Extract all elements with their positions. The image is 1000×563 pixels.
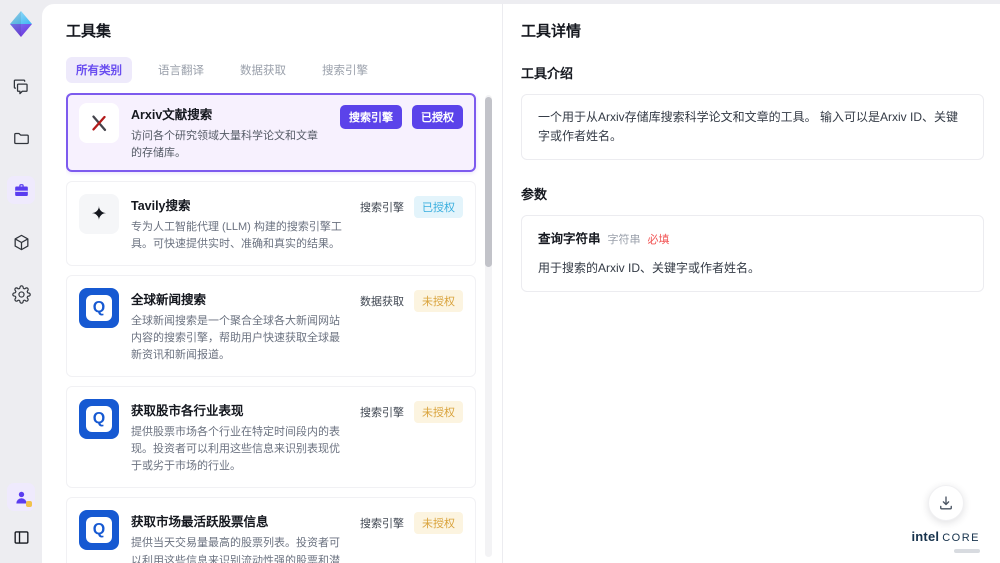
tool-name: Arxiv文献搜索	[131, 108, 213, 122]
params-heading: 参数	[521, 187, 548, 203]
tool-icon: Q	[79, 510, 119, 551]
tool-intro-box: 一个用于从Arxiv存储库搜索科学论文和文章的工具。 输入可以是Arxiv ID…	[521, 94, 984, 161]
tools-panel-title: 工具集	[66, 23, 112, 40]
download-button[interactable]	[927, 485, 964, 522]
tool-status-badge: 未授权	[414, 290, 463, 313]
panel-toggle-icon	[13, 530, 29, 544]
app-sidebar	[0, 0, 42, 563]
tool-status-badge: 未授权	[414, 512, 463, 535]
tool-list-viewport: Arxiv文献搜索 访问各个研究领域大量科学论文和文章的存储库。 搜索引擎 已授…	[66, 93, 502, 563]
tools-panel: 工具集 所有类别 语言翻译 数据获取 搜索引擎 Arxiv文献搜索 访问各个研究领域大…	[42, 4, 503, 563]
settings-icon	[11, 284, 31, 304]
details-title: 工具详情	[521, 23, 582, 40]
sidebar-item-settings[interactable]	[7, 280, 35, 308]
param-name: 查询字符串	[538, 232, 601, 247]
tool-status-badge: 已授权	[414, 196, 463, 219]
tool-category-badge: 数据获取	[360, 296, 404, 309]
tool-badges: 搜索引擎 已授权	[340, 103, 463, 162]
param-box: 查询字符串 字符串 必填 用于搜索的Arxiv ID、关键字或作者姓名。	[521, 215, 984, 293]
tool-icon: Q	[79, 288, 119, 329]
tool-description: 提供股票市场各个行业在特定时间段内的表现。投资者可以利用这些信息来识别表现优于或…	[131, 426, 340, 473]
tool-description: 提供当天交易量最高的股票列表。投资者可以利用这些信息来识别流动性强的股票和潜在的…	[131, 537, 340, 563]
floating-corner-group: intel CORE	[911, 485, 980, 553]
category-tab[interactable]: 数据获取	[230, 57, 296, 83]
param-description: 用于搜索的Arxiv ID、关键字或作者姓名。	[538, 260, 761, 275]
sidebar-item-tools[interactable]	[7, 176, 35, 204]
tool-description: 专为人工智能代理 (LLM) 构建的搜索引擎工具。可快速提供实时、准确和真实的结…	[131, 221, 342, 251]
app-logo	[7, 10, 35, 38]
tool-list-item[interactable]: Q 全球新闻搜索 全球新闻搜索是一个聚合全球各大新闻网站内容的搜索引擎，帮助用户…	[66, 275, 476, 378]
tool-badges: 数据获取 未授权	[360, 288, 463, 364]
tool-status-badge: 未授权	[414, 401, 463, 424]
category-tabs: 所有类别 语言翻译 数据获取 搜索引擎	[66, 57, 502, 83]
category-tab[interactable]: 搜索引擎	[312, 57, 378, 83]
tool-category-badge: 搜索引擎	[360, 202, 404, 215]
scrollbar-thumb[interactable]	[485, 97, 492, 267]
tool-badges: 搜索引擎 未授权	[360, 399, 463, 475]
tool-list-item[interactable]: Q 获取市场最活跃股票信息 提供当天交易量最高的股票列表。投资者可以利用这些信息…	[66, 497, 476, 563]
sidebar-item-chat[interactable]	[7, 72, 35, 100]
download-icon	[939, 496, 952, 510]
tool-icon	[79, 103, 119, 143]
intel-core-logo: intel CORE	[911, 528, 980, 553]
tool-name: Tavily搜索	[131, 199, 191, 214]
tool-name: 获取市场最活跃股票信息	[131, 515, 269, 530]
tool-status-badge: 已授权	[412, 105, 463, 129]
tool-list: Arxiv文献搜索 访问各个研究领域大量科学论文和文章的存储库。 搜索引擎 已授…	[66, 93, 476, 563]
category-tab[interactable]: 所有类别	[66, 57, 132, 83]
tool-details-panel: 工具详情 工具介绍 一个用于从Arxiv存储库搜索科学论文和文章的工具。 输入可…	[503, 4, 1000, 563]
tool-list-item[interactable]: ✦ Tavily搜索 专为人工智能代理 (LLM) 构建的搜索引擎工具。可快速提…	[66, 181, 476, 267]
tool-description: 全球新闻搜索是一个聚合全球各大新闻网站内容的搜索引擎，帮助用户快速获取全球最新资…	[131, 315, 340, 362]
user-status-badge	[26, 501, 32, 507]
intro-heading: 工具介绍	[521, 66, 574, 81]
cube-icon	[14, 234, 28, 250]
folder-icon	[13, 132, 29, 144]
category-tab[interactable]: 语言翻译	[148, 57, 214, 83]
tool-name: 全球新闻搜索	[131, 293, 207, 308]
tool-category-badge: 搜索引擎	[360, 407, 404, 420]
main-surface: 工具集 所有类别 语言翻译 数据获取 搜索引擎 Arxiv文献搜索 访问各个研究领域大…	[42, 4, 1000, 563]
tool-icon: Q	[79, 399, 119, 440]
toolbox-icon	[14, 183, 28, 196]
tool-icon: ✦	[79, 194, 119, 235]
sidebar-item-files[interactable]	[7, 124, 35, 152]
tool-list-item[interactable]: Arxiv文献搜索 访问各个研究领域大量科学论文和文章的存储库。 搜索引擎 已授…	[66, 93, 476, 173]
tool-description: 访问各个研究领域大量科学论文和文章的存储库。	[131, 130, 318, 160]
tool-badges: 搜索引擎 未授权	[360, 510, 463, 563]
param-type: 字符串	[607, 234, 641, 247]
sidebar-item-panel-toggle[interactable]	[7, 523, 35, 551]
intel-logo-subtext	[954, 549, 980, 553]
tool-list-item[interactable]: Q 获取股市各行业表现 提供股票市场各个行业在特定时间段内的表现。投资者可以利用…	[66, 386, 476, 489]
scrollbar-track[interactable]	[485, 95, 492, 557]
sidebar-item-packages[interactable]	[7, 228, 35, 256]
tool-category-badge: 搜索引擎	[340, 105, 402, 129]
tool-badges: 搜索引擎 已授权	[360, 194, 463, 253]
sidebar-item-account[interactable]	[7, 483, 35, 511]
tool-category-badge: 搜索引擎	[360, 518, 404, 531]
tool-name: 获取股市各行业表现	[131, 404, 244, 419]
param-required-badge: 必填	[647, 234, 670, 247]
chat-icon	[13, 79, 28, 94]
